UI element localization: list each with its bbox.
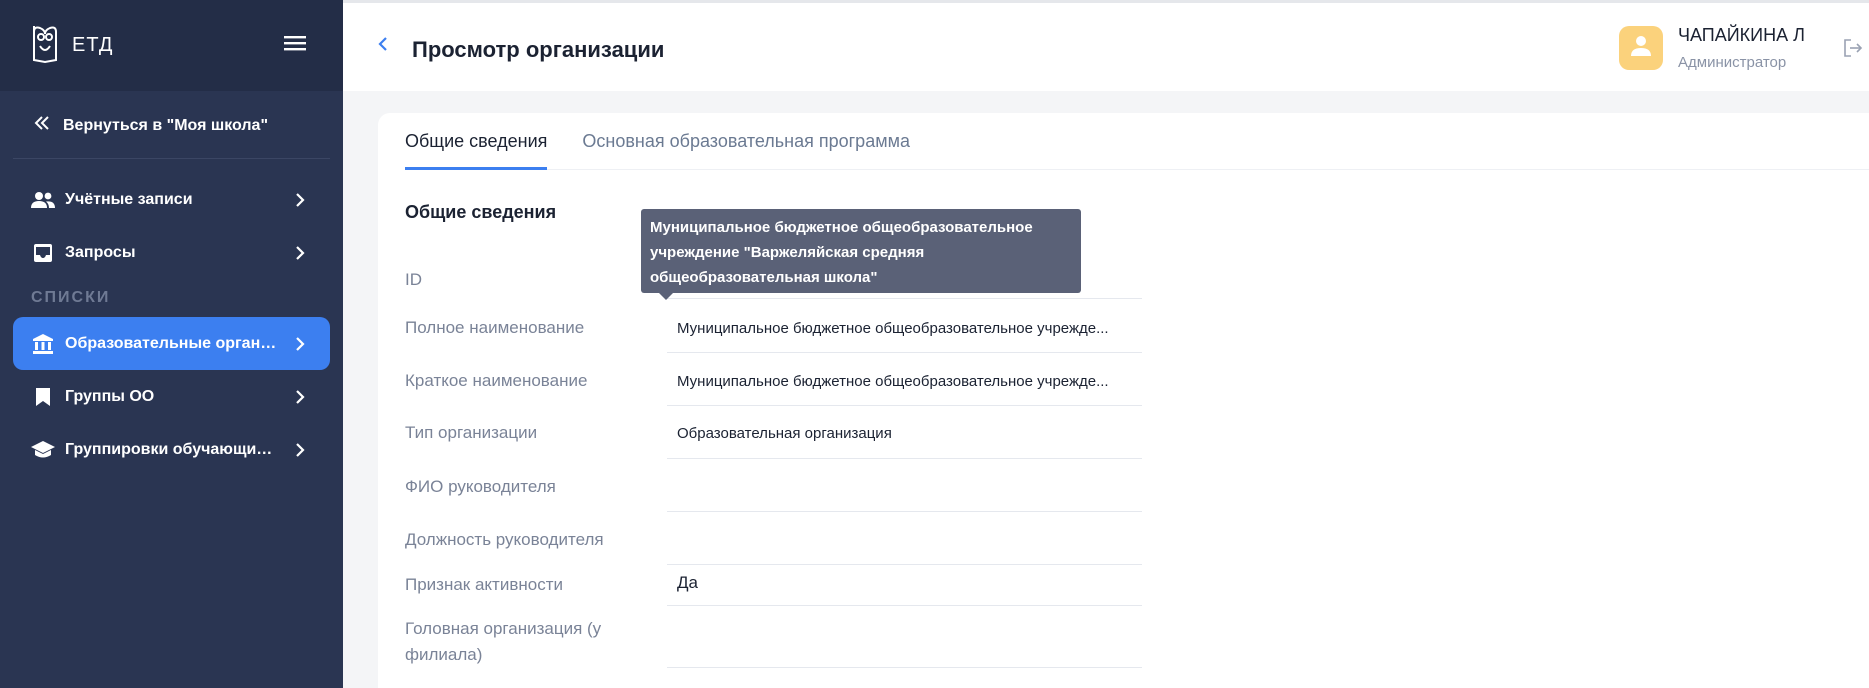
logo[interactable]: ЕТД bbox=[30, 22, 113, 69]
sidebar-item-label: Запросы bbox=[65, 243, 136, 261]
field-row: Полное наименование Муниципальное бюджет… bbox=[405, 309, 1142, 353]
back-to-school-link[interactable]: Вернуться в "Моя школа" bbox=[13, 115, 330, 159]
page-title: Просмотр организации bbox=[412, 37, 665, 62]
inbox-icon bbox=[31, 241, 55, 265]
logo-text: ЕТД bbox=[72, 34, 114, 56]
bookmark-icon bbox=[31, 385, 55, 409]
field-row: Должность руководителя bbox=[405, 521, 1142, 565]
field-row: Признак активности Да bbox=[405, 566, 1142, 606]
chevron-right-icon bbox=[288, 241, 312, 265]
avatar bbox=[1619, 26, 1663, 70]
sidebar-item-label: Группировки обучающихся bbox=[65, 440, 280, 458]
back-button[interactable] bbox=[368, 31, 398, 61]
field-label: Должность руководителя bbox=[405, 530, 604, 549]
field-label: Краткое наименование bbox=[405, 371, 588, 390]
sidebar-item-label: Группы ОО bbox=[65, 387, 155, 405]
sidebar-item-label: Образовательные организа... bbox=[65, 334, 280, 352]
double-chevron-left-icon bbox=[33, 115, 51, 136]
tabs: Общие сведения Основная образовательная … bbox=[405, 113, 1869, 170]
field-row: Головная организация (у филиала) bbox=[405, 612, 1142, 668]
sidebar-item-organizations[interactable]: Образовательные организа... bbox=[13, 317, 330, 370]
chevron-right-icon bbox=[288, 332, 312, 356]
school-cap-icon bbox=[31, 438, 55, 462]
user-icon bbox=[1629, 34, 1653, 63]
chevron-left-icon bbox=[378, 36, 388, 57]
user-profile[interactable]: ЧАПАЙКИНА Л Администратор bbox=[1619, 25, 1805, 71]
field-label: Полное наименование bbox=[405, 318, 585, 337]
top-bar: Просмотр организации ЧАПАЙКИНА Л Админис… bbox=[343, 0, 1869, 91]
field-value: Муниципальное бюджетное общеобразователь… bbox=[667, 362, 1142, 406]
sidebar-nav: Учётные записи Запросы СПИСКИ Образовате… bbox=[0, 173, 343, 476]
field-value: Да bbox=[667, 566, 1142, 606]
field-label: Признак активности bbox=[405, 575, 563, 594]
section-title-lists: СПИСКИ bbox=[31, 289, 111, 306]
field-label: ID bbox=[405, 270, 422, 289]
field-value: Муниципальное бюджетное общеобразователь… bbox=[667, 309, 1142, 353]
sidebar-header: ЕТД bbox=[0, 0, 343, 91]
user-role: Администратор bbox=[1678, 54, 1787, 71]
logout-button[interactable] bbox=[1843, 38, 1865, 60]
chevron-right-icon bbox=[288, 385, 312, 409]
logout-icon bbox=[1843, 39, 1863, 62]
menu-toggle-button[interactable] bbox=[277, 28, 313, 64]
sidebar-item-org-groups[interactable]: Группы ОО bbox=[13, 370, 330, 423]
hamburger-icon bbox=[284, 35, 306, 56]
field-value bbox=[667, 612, 1142, 668]
sidebar-item-student-groupings[interactable]: Группировки обучающихся bbox=[13, 423, 330, 476]
sidebar-item-accounts[interactable]: Учётные записи bbox=[13, 173, 330, 226]
user-info: ЧАПАЙКИНА Л Администратор bbox=[1678, 25, 1805, 71]
section-heading: Общие сведения bbox=[405, 202, 557, 222]
institution-icon bbox=[31, 332, 55, 356]
tab-general[interactable]: Общие сведения bbox=[405, 113, 548, 170]
field-label: ФИО руководителя bbox=[405, 477, 556, 496]
field-label: Головная организация (у филиала) bbox=[405, 619, 602, 664]
chevron-right-icon bbox=[288, 188, 312, 212]
back-link-label: Вернуться в "Моя школа" bbox=[63, 116, 269, 134]
field-value: Образовательная организация bbox=[667, 415, 1142, 459]
content-card: Общие сведения Основная образовательная … bbox=[378, 113, 1869, 688]
field-row: Краткое наименование Муниципальное бюдже… bbox=[405, 362, 1142, 406]
field-row: ФИО руководителя bbox=[405, 468, 1142, 512]
field-label: Тип организации bbox=[405, 423, 538, 442]
sidebar: ЕТД Вернуться в "Моя школа" Учётные запи… bbox=[0, 0, 343, 688]
sidebar-item-label: Учётные записи bbox=[65, 190, 193, 208]
field-value bbox=[667, 521, 1142, 565]
field-row: Тип организации Образовательная организа… bbox=[405, 415, 1142, 459]
user-name: ЧАПАЙКИНА Л bbox=[1678, 25, 1805, 45]
chevron-right-icon bbox=[288, 438, 312, 462]
full-name-tooltip: Муниципальное бюджетное общеобразователь… bbox=[641, 209, 1081, 300]
sidebar-item-requests[interactable]: Запросы bbox=[13, 226, 330, 279]
field-value bbox=[667, 468, 1142, 512]
tab-education-program[interactable]: Основная образовательная программа bbox=[582, 113, 910, 170]
owl-logo-icon bbox=[30, 22, 60, 69]
users-icon bbox=[31, 188, 55, 212]
